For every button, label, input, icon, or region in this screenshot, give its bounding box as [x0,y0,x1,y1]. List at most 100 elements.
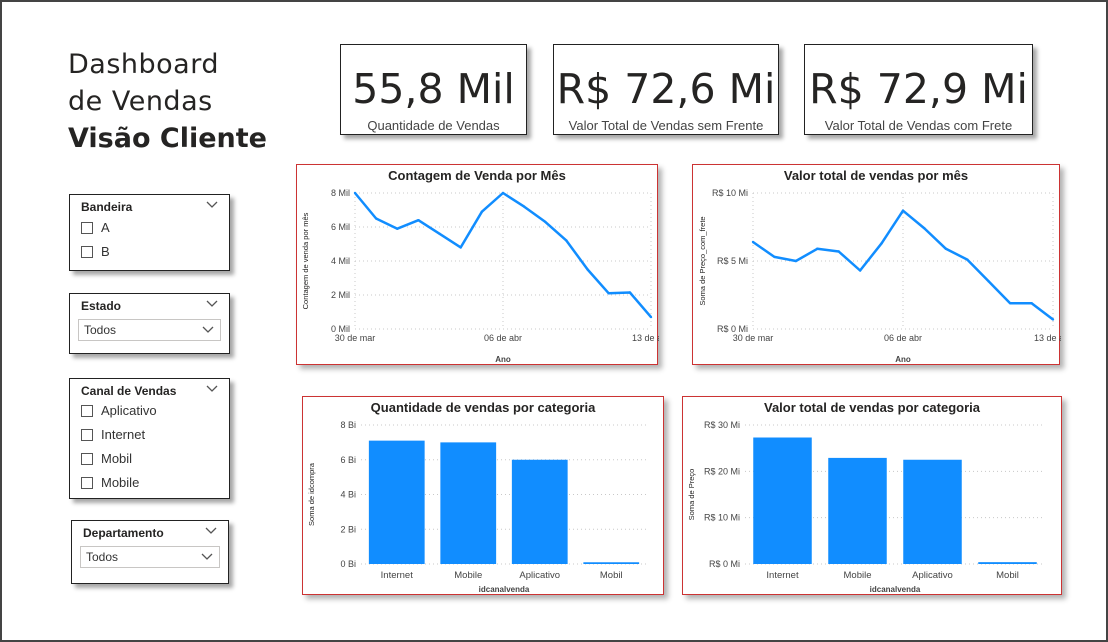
checkbox-icon[interactable] [81,222,93,234]
x-tick-label: Mobil [600,570,623,581]
slicer-option-mobil[interactable]: Mobil [81,451,132,467]
chevron-down-icon[interactable] [204,525,218,535]
y-tick-label: R$ 5 Mi [717,256,748,266]
bar [368,440,425,564]
y-tick-label: 8 Mil [331,188,350,198]
checkbox-icon[interactable] [81,453,93,465]
data-point [923,227,926,230]
kpi-card-valor-sem-frete[interactable]: R$ 72,6 Mi Valor Total de Vendas sem Fre… [553,44,779,135]
checkbox-icon[interactable] [81,246,93,258]
chart-plot: R$ 0 Mi R$ 10 Mi R$ 20 Mi R$ 30 Mi Soma de P… [687,420,1045,594]
y-tick-label: 2 Mil [331,290,350,300]
y-axis-label: Soma de idcompra [307,462,316,526]
slicer-canal-de-vendas: Canal de Vendas Aplicativo Internet Mobi… [69,378,230,499]
data-point [1051,318,1055,321]
y-axis-label: Soma de Preço_com_frete [698,216,707,305]
option-label: B [101,244,110,259]
data-point [586,268,589,271]
data-point [649,315,653,319]
chevron-down-icon[interactable] [205,383,219,393]
kpi-value: R$ 72,9 Mi [809,65,1028,113]
kpi-label: Valor Total de Vendas com Frete [824,118,1013,133]
data-point [374,217,378,220]
chevron-down-icon [202,326,214,333]
data-point [966,258,969,261]
data-point [1008,301,1012,305]
kpi-label: Valor Total de Vendas sem Frente [568,118,764,133]
x-tick-label: Internet [381,570,414,581]
x-tick-label: 13 de abr [1034,333,1061,343]
bar [978,562,1037,564]
chart-valor-total-por-mes[interactable]: Valor total de vendas por mês R$ 0 Mi R$ … [692,164,1061,365]
option-label: Mobil [101,451,133,466]
dropdown-value: Todos [86,550,119,564]
x-axis-label: Ano [895,355,911,364]
chevron-down-icon [201,553,213,560]
slicer-title: Estado [81,299,122,313]
chevron-down-icon[interactable] [205,199,219,209]
x-tick-label: 30 de mar [335,333,376,343]
x-axis-label: idcanalvenda [870,585,921,594]
y-tick-label: R$ 30 Mi [704,420,740,430]
checkbox-icon[interactable] [81,429,93,441]
kpi-card-quantidade[interactable]: 55,8 Mil Quantidade de Vendas [340,44,527,135]
slicer-option-b[interactable]: B [81,244,110,260]
chevron-down-icon[interactable] [205,298,219,308]
slicer-option-aplicativo[interactable]: Aplicativo [81,403,157,419]
y-axis-label: Soma de Preço [687,469,696,521]
chart-valor-por-categoria[interactable]: Valor total de vendas por categoria R$ 0… [682,396,1062,595]
title-line-1: Dashboard [68,49,219,80]
data-point [1030,301,1033,305]
line-series [354,191,652,318]
title-line-3: Visão Cliente [68,123,267,154]
x-tick-label: 06 de abr [884,333,922,343]
data-point [837,250,840,253]
bar [440,442,497,564]
y-tick-label: R$ 20 Mi [704,466,740,476]
data-point [773,255,776,259]
data-point [858,269,862,272]
kpi-card-valor-com-frete[interactable]: R$ 72,9 Mi Valor Total de Vendas com Fre… [804,44,1033,135]
data-point [628,291,632,294]
data-point [607,292,610,295]
kpi-value: R$ 72,6 Mi [556,65,776,113]
chart-contagem-venda-por-mes[interactable]: Contagem de Venda por Mês 0 Mil 2 Mil 4 Mi… [296,164,659,365]
dropdown-value: Todos [84,323,117,337]
x-tick-label: Internet [766,570,799,581]
data-point [901,209,905,212]
checkbox-icon[interactable] [81,405,93,417]
y-tick-label: 4 Mil [331,256,350,266]
y-tick-label: 4 Bi [340,490,356,500]
slicer-option-mobile[interactable]: Mobile [81,475,139,491]
checkbox-icon[interactable] [81,477,93,489]
y-tick-label: 6 Mil [331,222,350,232]
slicer-option-a[interactable]: A [81,220,110,236]
option-label: Mobile [101,475,140,490]
data-point [880,242,883,245]
y-axis-label: Contagem de venda por mês [301,212,310,309]
estado-dropdown[interactable]: Todos [78,319,221,341]
x-tick-label: 13 de abr [632,333,659,343]
chart-plot: 0 Mil2 Mil4 Mil6 Mil8 MilContagem de ven… [301,188,659,364]
slicer-bandeira: Bandeira A B [69,194,230,271]
x-axis-label: Ano [495,355,511,364]
data-point [565,239,568,242]
chart-quantidade-por-categoria[interactable]: Quantidade de vendas por categoria 0 Bi 2… [302,396,664,595]
kpi-label: Quantidade de Vendas [367,118,500,133]
y-tick-label: R$ 10 Mi [704,513,740,523]
data-point [794,259,798,263]
data-point [544,220,547,224]
bar [583,562,640,564]
data-point [353,191,357,195]
y-tick-label: R$ 10 Mi [712,188,748,198]
departamento-dropdown[interactable]: Todos [80,546,220,568]
y-tick-label: 0 Bi [340,559,356,569]
x-tick-label: Mobil [996,570,1019,581]
bar [511,459,568,564]
data-point [459,246,462,249]
data-point [816,247,819,250]
slicer-option-internet[interactable]: Internet [81,427,145,443]
y-tick-label: R$ 0 Mi [709,559,740,569]
data-point [417,219,420,222]
y-tick-label: 2 Bi [340,524,356,534]
